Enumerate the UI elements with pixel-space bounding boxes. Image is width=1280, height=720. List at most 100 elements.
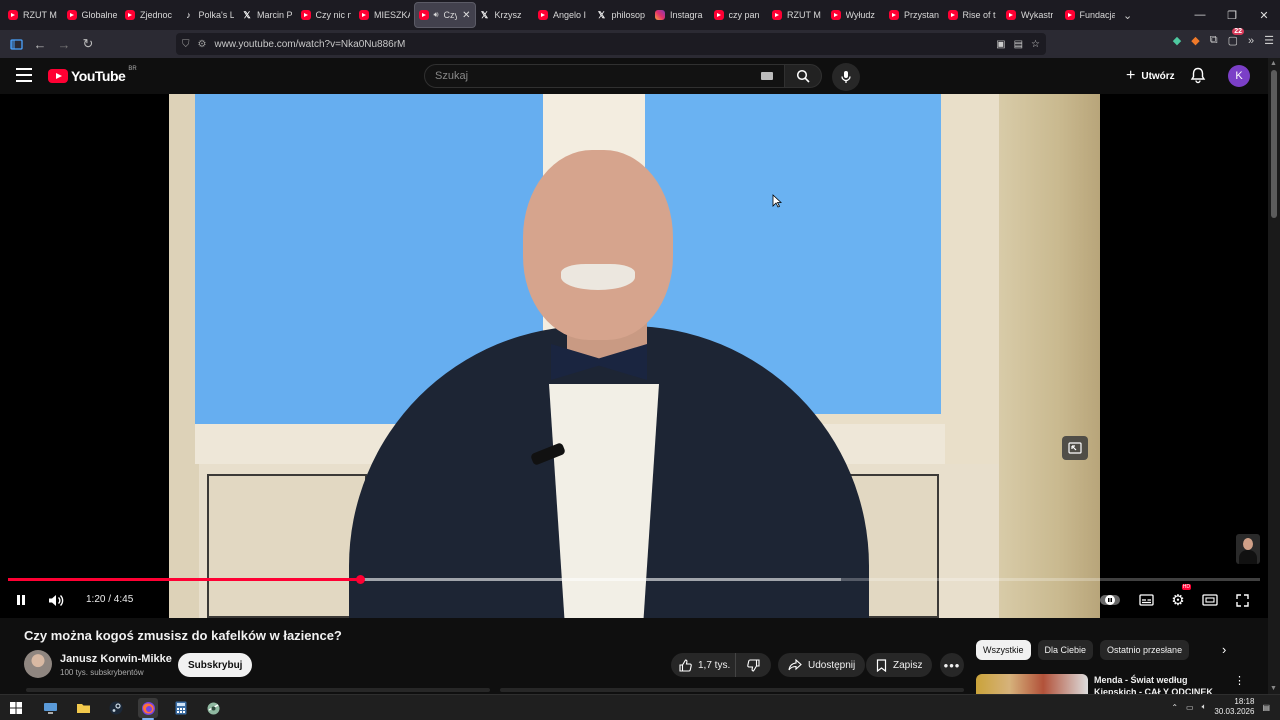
tab-audio-playing-icon[interactable]: 🔊︎ xyxy=(434,10,439,20)
video-frame[interactable] xyxy=(169,94,1100,618)
tab-list-menu-icon[interactable]: ⌄ xyxy=(1123,9,1132,22)
voice-search-button[interactable] xyxy=(832,63,860,91)
browser-tab[interactable]: Wykastr xyxy=(1002,2,1061,28)
browser-tab[interactable]: ♪ Polka's L xyxy=(180,2,239,28)
extension-with-badge-icon[interactable]: ▢ 22 xyxy=(1228,28,1244,47)
notifications-bell-icon[interactable] xyxy=(1190,67,1206,89)
back-arrow-icon[interactable]: ← xyxy=(28,32,52,56)
page-permissions-icon[interactable]: ⚙ xyxy=(198,39,207,50)
recommendation-title[interactable]: Menda - Świat według Kiepskich - CAŁY OD… xyxy=(1094,674,1228,694)
url-text[interactable]: www.youtube.com/watch?v=Nka0Nu886rM xyxy=(214,39,405,50)
system-clock[interactable]: 18:18 30.03.2026 xyxy=(1214,697,1254,717)
more-actions-button[interactable]: ••• xyxy=(940,653,964,677)
search-input[interactable]: Szukaj xyxy=(424,64,786,88)
extensions-puzzle-icon[interactable]: ⧉ xyxy=(1210,34,1218,47)
browser-tab[interactable]: 🔊︎ Czy ✕ xyxy=(413,2,476,28)
recommendation-thumbnail[interactable] xyxy=(976,674,1088,694)
channel-avatar[interactable] xyxy=(24,650,52,678)
page-scrollbar[interactable]: ▲ ▼ xyxy=(1268,58,1280,694)
close-window-icon[interactable]: ✕ xyxy=(1248,0,1280,30)
guide-menu-icon[interactable] xyxy=(16,68,32,82)
picture-in-picture-icon[interactable]: ▣ xyxy=(996,39,1005,50)
chips-next-arrow-icon[interactable]: › xyxy=(1222,642,1226,657)
keyboard-icon[interactable] xyxy=(761,72,773,80)
browser-tab[interactable]: Przystan xyxy=(885,2,944,28)
browser-tab[interactable]: RZUT M xyxy=(768,2,827,28)
volume-button[interactable] xyxy=(46,588,66,612)
browser-tab[interactable]: 𝕏 Krzysz xyxy=(476,2,535,28)
misc-app-icon[interactable] xyxy=(203,698,223,718)
reader-view-icon[interactable]: ▤ xyxy=(1014,39,1023,50)
like-button[interactable]: 1,7 tys. xyxy=(671,653,736,677)
address-bar[interactable]: ⛉ ⚙ www.youtube.com/watch?v=Nka0Nu886rM … xyxy=(176,33,1046,55)
maximize-icon[interactable]: ❐ xyxy=(1216,0,1248,30)
video-player[interactable]: 1:20 / 4:45 ⚙ HD xyxy=(0,94,1268,618)
recommendation-item[interactable]: Menda - Świat według Kiepskich - CAŁY OD… xyxy=(976,674,1256,694)
scrubber-handle[interactable] xyxy=(355,575,365,584)
share-label: Udostępnij xyxy=(808,659,856,671)
browser-tab-label: philosop xyxy=(611,10,646,20)
dislike-button[interactable] xyxy=(736,658,771,672)
miniplayer-button[interactable] xyxy=(1062,436,1088,460)
sidebar-toggle-icon[interactable] xyxy=(4,32,28,56)
pause-button[interactable] xyxy=(12,588,30,612)
search-button[interactable] xyxy=(784,64,822,88)
shield-icon[interactable]: ⛉ xyxy=(182,39,190,50)
reload-icon[interactable]: ↻ xyxy=(76,32,100,56)
subtitles-button[interactable] xyxy=(1137,588,1155,612)
browser-tab[interactable]: Wyłudz xyxy=(827,2,886,28)
browser-tab-strip: RZUT M Globalne Zjednoc ♪ Polka's L 𝕏 Marcin P… xyxy=(0,0,1280,30)
filter-chip[interactable]: Ostatnio przesłane xyxy=(1100,640,1190,660)
create-button[interactable]: + Utwórz xyxy=(1116,64,1185,88)
browser-tab[interactable]: Angelo I xyxy=(534,2,593,28)
youtube-logo[interactable]: YouTube BR xyxy=(48,66,137,84)
close-tab-icon[interactable]: ✕ xyxy=(462,10,470,21)
monitor-app-icon[interactable] xyxy=(40,698,60,718)
speaker-volume-icon[interactable]: 🔈︎ xyxy=(1202,702,1207,712)
network-icon[interactable]: ▭ xyxy=(1186,703,1194,712)
subscribe-button[interactable]: Subskrybuj xyxy=(178,653,253,677)
notifications-icon[interactable]: ▤ xyxy=(1262,703,1270,712)
share-button[interactable]: Udostępnij xyxy=(778,653,866,677)
account-avatar[interactable]: K xyxy=(1228,65,1250,87)
forward-arrow-icon[interactable]: → xyxy=(52,32,76,56)
browser-tab[interactable]: Fundacja xyxy=(1061,2,1120,28)
browser-tab[interactable]: Czy nic n xyxy=(297,2,356,28)
recommendation-menu-icon[interactable]: ⋮ xyxy=(1234,674,1245,687)
browser-tab[interactable]: 𝕏philosop xyxy=(593,2,652,28)
steam-icon[interactable] xyxy=(106,698,126,718)
scrollbar-thumb[interactable] xyxy=(1271,70,1277,218)
privacy-extension-icon[interactable]: ◆ xyxy=(1173,34,1181,47)
youtube-icon xyxy=(125,10,135,20)
progress-bar[interactable] xyxy=(8,575,1260,584)
filter-chip[interactable]: Wszystkie xyxy=(976,640,1031,660)
fox-extension-icon[interactable]: ◆ xyxy=(1191,34,1199,47)
save-button[interactable]: Zapisz xyxy=(866,653,933,677)
overflow-chevron-icon[interactable]: » xyxy=(1248,35,1254,47)
browser-tab[interactable]: czy pan xyxy=(710,2,769,28)
tray-overflow-chevron-icon[interactable]: ⌃ xyxy=(1171,703,1178,712)
browser-tab[interactable]: Globalne xyxy=(63,2,122,28)
browser-tab[interactable]: Instagra xyxy=(651,2,710,28)
filter-chip[interactable]: Dla Ciebie xyxy=(1037,640,1094,660)
file-explorer-icon[interactable] xyxy=(73,698,93,718)
browser-tab[interactable]: 𝕏 Marcin P xyxy=(238,2,297,28)
minimize-icon[interactable]: — xyxy=(1184,0,1216,30)
fullscreen-button[interactable] xyxy=(1233,588,1251,612)
firefox-icon[interactable] xyxy=(138,698,158,718)
calculator-icon[interactable] xyxy=(171,698,191,718)
scroll-up-arrow-icon[interactable]: ▲ xyxy=(1270,60,1277,67)
windows-start-icon[interactable] xyxy=(6,698,26,718)
autoplay-toggle[interactable] xyxy=(1100,588,1120,612)
settings-button[interactable]: ⚙ HD xyxy=(1169,584,1191,612)
scroll-down-arrow-icon[interactable]: ▼ xyxy=(1270,685,1277,692)
channel-name[interactable]: Janusz Korwin-Mikke xyxy=(60,653,172,665)
bookmark-star-icon[interactable]: ☆ xyxy=(1031,39,1040,50)
browser-tab[interactable]: MIESZKA xyxy=(355,2,414,28)
browser-tab[interactable]: RZUT M xyxy=(4,2,63,28)
browser-tab[interactable]: Zjednoc xyxy=(121,2,180,28)
browser-tab[interactable]: Rise of t xyxy=(944,2,1003,28)
app-menu-icon[interactable]: ☰ xyxy=(1264,34,1274,47)
theater-mode-button[interactable] xyxy=(1201,588,1219,612)
channel-watermark[interactable] xyxy=(1236,534,1260,564)
